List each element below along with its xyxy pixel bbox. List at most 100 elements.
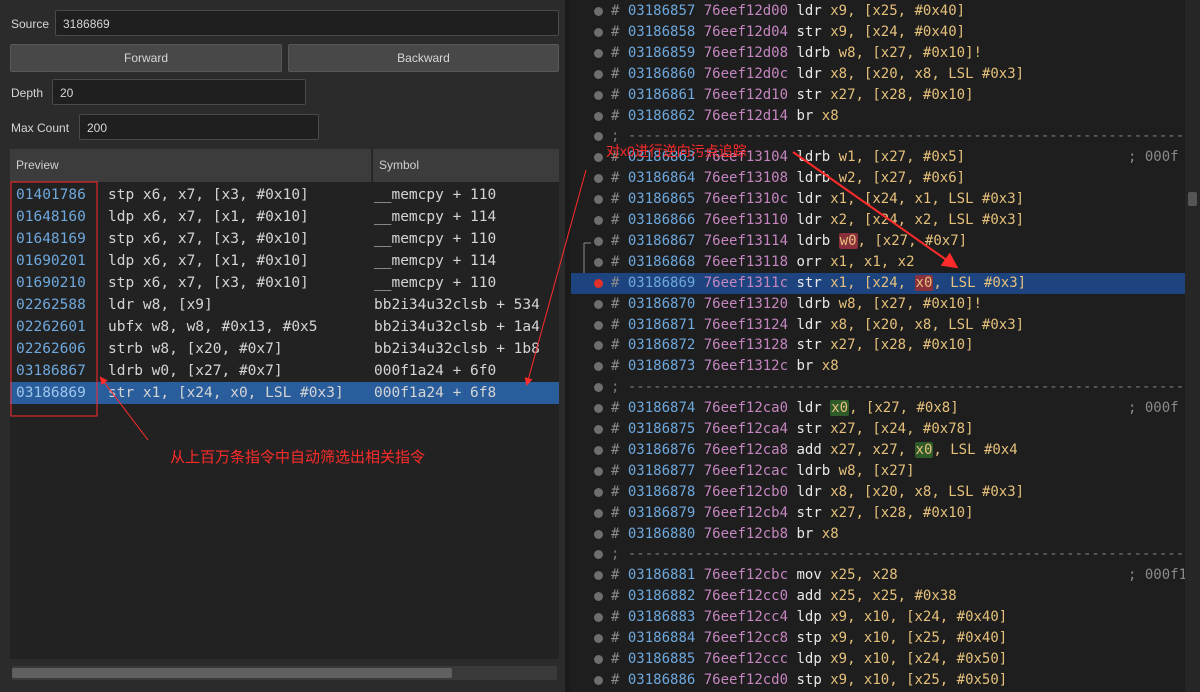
- line-marker-icon[interactable]: [594, 404, 603, 414]
- trace-line[interactable]: # 03186884 76eef12cc8 stp x9, x10, [x25,…: [571, 628, 1186, 649]
- line-marker-icon[interactable]: [594, 383, 603, 393]
- trace-line[interactable]: # 03186867 76eef13114 ldrb w0, [x27, #0x…: [571, 231, 1186, 252]
- trace-line[interactable]: # 03186874 76eef12ca0 ldr x0, [x27, #0x8…: [571, 398, 1186, 419]
- trace-line[interactable]: # 03186864 76eef13108 ldrb w2, [x27, #0x…: [571, 168, 1186, 189]
- trace-line[interactable]: # 03186880 76eef12cb8 br x8: [571, 524, 1186, 545]
- trace-line[interactable]: # 03186885 76eef12ccc ldp x9, x10, [x24,…: [571, 649, 1186, 670]
- trace-line[interactable]: # 03186878 76eef12cb0 ldr x8, [x20, x8, …: [571, 482, 1186, 503]
- line-marker-icon[interactable]: [594, 445, 603, 455]
- line-marker-icon[interactable]: [594, 195, 603, 205]
- row-index: 02262588: [16, 297, 86, 313]
- line-marker-icon[interactable]: [594, 299, 603, 309]
- operands: x27, [x28, #0x10]: [830, 86, 974, 103]
- line-marker-icon[interactable]: [594, 257, 603, 267]
- line-marker-icon[interactable]: [594, 153, 603, 163]
- breakpoint-icon[interactable]: [594, 278, 603, 288]
- trace-line-selected[interactable]: # 03186869 76eef1311c str x1, [x24, x0, …: [571, 272, 1186, 294]
- row-instruction: ldr w8, [x9]: [108, 297, 213, 313]
- separator-text: ; --------------------------------------…: [611, 546, 1200, 563]
- line-marker-icon[interactable]: [594, 571, 603, 581]
- address: 76eef12cbc: [703, 567, 789, 584]
- table-row[interactable]: 01690201 ldp x6, x7, [x1, #0x10] __memcpy …: [10, 250, 559, 272]
- max-count-input[interactable]: 200: [79, 114, 319, 140]
- line-marker-icon[interactable]: [594, 529, 603, 539]
- source-input[interactable]: 3186869: [55, 10, 559, 36]
- column-header-preview[interactable]: Preview: [10, 149, 372, 182]
- line-marker-icon[interactable]: [594, 216, 603, 225]
- trace-line[interactable]: # 03186860 76eef12d0c ldr x8, [x20, x8, …: [571, 64, 1186, 85]
- table-row[interactable]: 02262588 ldr w8, [x9] bb2i34u32clsb + 534: [10, 294, 559, 316]
- table-row[interactable]: 02262606 strb w8, [x20, #0x7] bb2i34u32cls…: [10, 338, 559, 360]
- trace-line[interactable]: # 03186886 76eef12cd0 stp x9, x10, [x25,…: [571, 670, 1186, 691]
- table-row[interactable]: 01648160 ldp x6, x7, [x1, #0x10] __memcpy …: [10, 206, 559, 228]
- line-marker-icon[interactable]: [594, 341, 603, 351]
- trace-line[interactable]: # 03186882 76eef12cc0 add x25, x25, #0x3…: [571, 586, 1186, 607]
- address: 76eef13128: [703, 337, 789, 354]
- line-marker-icon[interactable]: [594, 236, 603, 246]
- line-marker-icon[interactable]: [594, 362, 603, 372]
- trace-line[interactable]: # 03186875 76eef12ca4 str x27, [x24, #0x…: [571, 419, 1186, 440]
- line-marker-icon[interactable]: [594, 132, 603, 142]
- horizontal-scrollbar[interactable]: [12, 666, 557, 680]
- line-marker-icon[interactable]: [594, 675, 603, 685]
- trace-line[interactable]: # 03186866 76eef13110 ldr x2, [x24, x2, …: [571, 210, 1186, 231]
- line-number: 03186861: [627, 86, 696, 103]
- table-row-selected[interactable]: 03186869 str x1, [x24, x0, LSL #0x3] 000f1…: [10, 382, 559, 404]
- forward-button[interactable]: Forward: [10, 44, 282, 72]
- trace-line[interactable]: # 03186861 76eef12d10 str x27, [x28, #0x…: [571, 85, 1186, 106]
- hash-marker: #: [611, 212, 620, 228]
- trace-line[interactable]: # 03186873 76eef1312c br x8: [571, 356, 1186, 377]
- mnemonic: str: [796, 421, 822, 437]
- line-marker-icon[interactable]: [594, 48, 603, 58]
- trace-line[interactable]: # 03186859 76eef12d08 ldrb w8, [x27, #0x…: [571, 43, 1186, 64]
- line-marker-icon[interactable]: [594, 425, 603, 434]
- line-marker-icon[interactable]: [594, 508, 603, 518]
- column-header-symbol[interactable]: Symbol: [373, 149, 559, 182]
- line-marker-icon[interactable]: [594, 7, 603, 16]
- line-marker-icon[interactable]: [594, 111, 603, 121]
- vertical-scrollbar[interactable]: [1185, 0, 1200, 692]
- block-separator[interactable]: ; --------------------------------------…: [571, 377, 1200, 398]
- table-row[interactable]: 01401786 stp x6, x7, [x3, #0x10] __memcpy …: [10, 184, 559, 206]
- line-marker-icon[interactable]: [594, 550, 603, 560]
- row-symbol: bb2i34u32clsb + 534: [374, 297, 540, 313]
- trace-line[interactable]: # 03186876 76eef12ca8 add x27, x27, x0, …: [571, 440, 1186, 461]
- address: 76eef12d00: [703, 3, 789, 19]
- horizontal-scrollbar-thumb[interactable]: [12, 668, 452, 678]
- trace-line[interactable]: # 03186879 76eef12cb4 str x27, [x28, #0x…: [571, 503, 1186, 524]
- results-table: Preview Symbol 01401786 stp x6, x7, [x3, …: [10, 149, 559, 659]
- table-row[interactable]: 02262601 ubfx w8, w8, #0x13, #0x5 bb2i34u3…: [10, 316, 559, 338]
- line-marker-icon[interactable]: [594, 487, 603, 497]
- trace-line[interactable]: # 03186881 76eef12cbc mov x25, x28 ; 000f…: [571, 565, 1187, 586]
- line-marker-icon[interactable]: [594, 654, 603, 664]
- backward-button[interactable]: Backward: [288, 44, 559, 72]
- trace-line[interactable]: # 03186865 76eef1310c ldr x1, [x24, x1, …: [571, 189, 1186, 210]
- trace-line[interactable]: # 03186871 76eef13124 ldr x8, [x20, x8, …: [571, 315, 1186, 336]
- hash-marker: #: [611, 630, 620, 646]
- line-marker-icon[interactable]: [594, 634, 603, 643]
- line-marker-icon[interactable]: [594, 320, 603, 330]
- line-marker-icon[interactable]: [594, 466, 603, 476]
- table-row[interactable]: 01648169 stp x6, x7, [x3, #0x10] __memcpy …: [10, 228, 559, 250]
- trace-line[interactable]: # 03186858 76eef12d04 str x9, [x24, #0x4…: [571, 22, 1186, 43]
- hash-marker: #: [611, 295, 620, 312]
- trace-line[interactable]: # 03186872 76eef13128 str x27, [x28, #0x…: [571, 335, 1186, 356]
- trace-line[interactable]: # 03186857 76eef12d00 ldr x9, [x25, #0x4…: [571, 1, 1186, 22]
- line-marker-icon[interactable]: [594, 613, 603, 623]
- line-marker-icon[interactable]: [594, 90, 603, 100]
- block-separator[interactable]: ; --------------------------------------…: [571, 544, 1200, 565]
- trace-line[interactable]: # 03186883 76eef12cc4 ldp x9, x10, [x24,…: [571, 607, 1186, 628]
- address: 76eef12ca4: [703, 421, 789, 437]
- depth-input[interactable]: 20: [52, 79, 306, 105]
- line-marker-icon[interactable]: [594, 592, 603, 602]
- line-marker-icon[interactable]: [594, 27, 603, 37]
- trace-line[interactable]: # 03186862 76eef12d14 br x8: [571, 106, 1186, 127]
- trace-line[interactable]: # 03186868 76eef13118 orr x1, x1, x2: [571, 252, 1186, 273]
- trace-line[interactable]: # 03186870 76eef13120 ldrb w8, [x27, #0x…: [571, 294, 1186, 315]
- line-marker-icon[interactable]: [594, 174, 603, 184]
- table-row[interactable]: 03186867 ldrb w0, [x27, #0x7] 000f1a24 + 6…: [10, 360, 559, 382]
- table-row[interactable]: 01690210 stp x6, x7, [x3, #0x10] __memcpy …: [10, 272, 559, 294]
- vertical-scrollbar-thumb[interactable]: [1188, 192, 1197, 206]
- line-marker-icon[interactable]: [594, 69, 603, 79]
- trace-line[interactable]: # 03186877 76eef12cac ldrb w8, [x27]: [571, 461, 1186, 482]
